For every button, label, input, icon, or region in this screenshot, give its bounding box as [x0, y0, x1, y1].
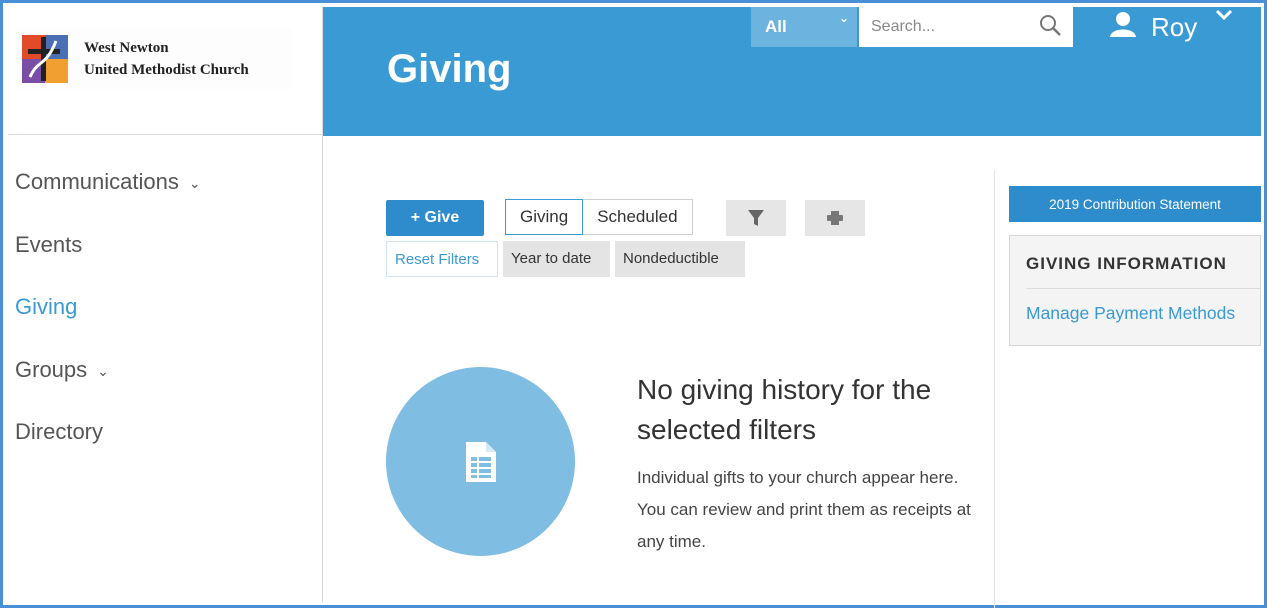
empty-state-illustration: [386, 367, 575, 556]
user-name: Roy: [1151, 11, 1198, 42]
sidebar-item-label: Directory: [15, 419, 104, 444]
sidebar-item-giving[interactable]: Giving: [8, 282, 322, 345]
chevron-down-icon: ⌄: [188, 175, 201, 191]
reset-filters-button[interactable]: Reset Filters: [386, 241, 498, 277]
sidebar-item-label: Communications: [15, 169, 179, 194]
page-header: Giving All ⌄ Search... Roy: [323, 7, 1261, 136]
church-logo[interactable]: West Newton United Methodist Church: [16, 29, 292, 89]
filter-chip-nondeductible[interactable]: Nondeductible: [615, 241, 745, 277]
column-divider: [994, 170, 995, 608]
chevron-down-icon: [1215, 8, 1233, 26]
sidebar-item-communications[interactable]: Communications ⌄: [8, 157, 322, 220]
giving-information-panel: GIVING INFORMATION Manage Payment Method…: [1009, 235, 1261, 346]
print-button[interactable]: [805, 200, 865, 236]
sidebar: West Newton United Methodist Church Comm…: [8, 7, 323, 602]
church-name-line1: West Newton: [84, 40, 169, 56]
giving-information-heading: GIVING INFORMATION: [1026, 254, 1227, 273]
sidebar-item-label: Giving: [15, 294, 78, 319]
filter-chip-year-to-date[interactable]: Year to date: [503, 241, 610, 277]
sidebar-item-directory[interactable]: Directory: [8, 407, 322, 470]
search-placeholder: Search...: [871, 18, 936, 35]
spreadsheet-icon: [465, 441, 496, 482]
funnel-icon: [748, 210, 764, 226]
sidebar-item-groups[interactable]: Groups ⌄: [8, 345, 322, 408]
empty-state-title: No giving history for the selected filte…: [637, 374, 932, 445]
sidebar-item-events[interactable]: Events: [8, 220, 322, 283]
search-icon[interactable]: [1039, 14, 1061, 41]
sidebar-item-label: Events: [15, 231, 83, 257]
chevron-down-icon: ⌄: [838, 11, 849, 25]
sidebar-item-label: Groups: [15, 356, 88, 382]
search-input[interactable]: Search...: [859, 7, 1073, 47]
page-title: Giving: [387, 47, 512, 91]
sidebar-nav: Communications ⌄ Events Giving Groups ⌄ …: [8, 157, 322, 470]
give-button[interactable]: + Give: [386, 200, 484, 236]
logo-area: West Newton United Methodist Church: [8, 7, 322, 135]
user-menu[interactable]: Roy: [1109, 7, 1233, 47]
printer-icon: [827, 211, 843, 225]
view-toggle: Giving Scheduled: [505, 199, 693, 235]
tab-scheduled[interactable]: Scheduled: [583, 200, 691, 234]
divider: [1026, 288, 1260, 289]
user-icon: [1109, 11, 1137, 44]
tab-giving[interactable]: Giving: [505, 199, 584, 235]
manage-payment-methods-link[interactable]: Manage Payment Methods: [1026, 303, 1235, 324]
empty-state-description: Individual gifts to your church appear h…: [637, 468, 971, 551]
search-scope-value: All: [765, 17, 787, 36]
search-scope-select[interactable]: All ⌄: [751, 7, 857, 47]
cross-flame-icon: [16, 29, 74, 89]
church-name-line2: United Methodist Church: [84, 62, 249, 78]
chevron-down-icon: ⌄: [97, 362, 109, 379]
filter-button[interactable]: [726, 200, 786, 236]
contribution-statement-button[interactable]: 2019 Contribution Statement: [1009, 186, 1261, 222]
